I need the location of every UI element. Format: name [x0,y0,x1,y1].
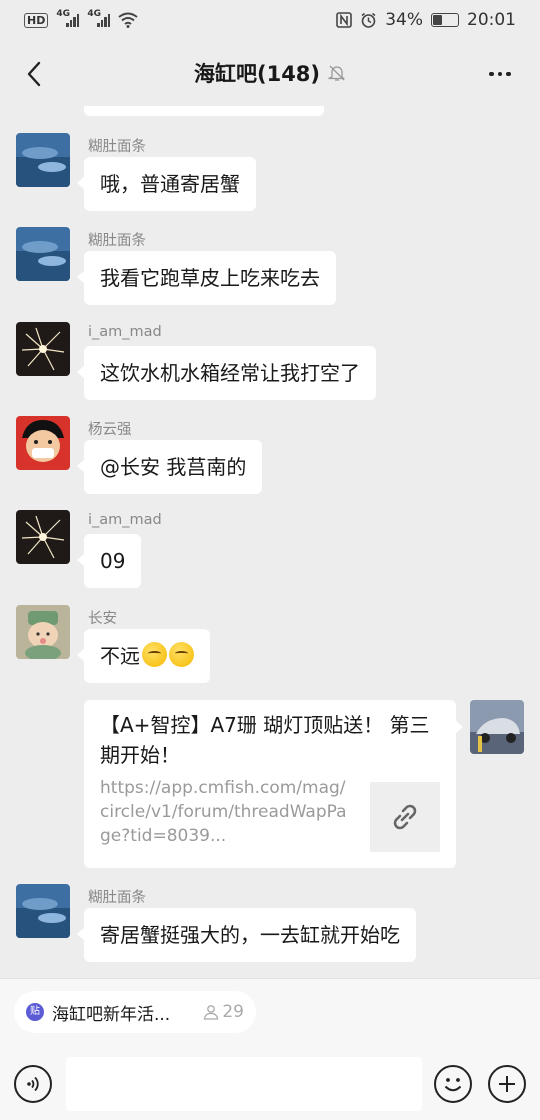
bottom-panel: 贴 海缸吧新年活... 29 [0,978,540,1120]
plus-icon [499,1076,515,1092]
sender-name: i_am_mad [88,324,162,340]
sender-name: 糊肚面条 [88,139,146,155]
network-label: 4G [56,9,70,19]
link-card-title: 【A+智控】A7珊 瑚灯顶贴送！ 第三期开始！ [100,713,430,767]
voice-input-button[interactable] [14,1065,52,1103]
mute-bell-icon [328,65,346,81]
group-topic-pill[interactable]: 贴 海缸吧新年活... 29 [14,991,256,1033]
thinking-emoji-icon [169,642,194,667]
avatar[interactable] [470,700,524,754]
message-bubble[interactable]: 不远 [77,629,210,683]
network-label: 4G [87,9,101,19]
sender-name: 杨云强 [88,422,132,438]
previous-message-bubble[interactable] [84,106,324,116]
status-time: 20:01 [467,10,516,30]
status-left: HD 4G 4G [24,9,138,28]
avatar[interactable] [16,416,70,470]
status-right: 34% 20:01 [336,10,516,30]
avatar[interactable] [16,884,70,938]
more-dot [497,71,503,77]
avatar[interactable] [16,227,70,281]
message-input[interactable] [66,1057,422,1111]
thinking-emoji-icon [142,642,167,667]
link-icon [393,804,417,830]
status-bar: HD 4G 4G 34% 20:01 [0,0,540,40]
message-bubble[interactable]: @长安 我莒南的 [76,440,263,494]
more-actions-button[interactable] [488,1065,526,1103]
battery-level [433,15,442,25]
chat-messages[interactable]: 糊肚面条 哦，普通寄居蟹 糊肚面条 我看它跑草皮上吃来吃去 i_am_mad 这… [0,106,540,978]
sender-name: 糊肚面条 [88,233,146,249]
voice-icon [27,1076,39,1092]
person-icon [204,1005,219,1020]
link-thumbnail [370,782,440,852]
nav-bar: 海缸吧(148) [0,40,540,106]
smiley-icon [444,1078,462,1092]
hd-badge: HD [24,12,49,28]
more-button[interactable] [480,54,520,94]
battery-percent: 34% [385,10,423,30]
avatar[interactable] [16,605,70,659]
avatar[interactable] [16,322,70,376]
message-bubble[interactable]: 09 [76,534,142,588]
message-bubble[interactable]: 这饮水机水箱经常让我打空了 [77,346,376,400]
back-button[interactable] [14,54,54,94]
more-dot [489,71,494,77]
link-card[interactable]: 【A+智控】A7珊 瑚灯顶贴送！ 第三期开始！ https://app.cmfi… [84,700,463,868]
signal-icon: 4G [87,9,111,27]
topic-count: 29 [222,1002,244,1022]
avatar[interactable] [16,510,70,564]
message-bubble[interactable]: 寄居蟹挺强大的，一去缸就开始吃 [77,908,416,962]
sender-name: 长安 [88,611,117,627]
alarm-icon [361,12,376,28]
nfc-icon [336,12,353,28]
nav-title-group: 海缸吧(148) [194,58,346,88]
battery-icon [431,13,459,27]
participants-count: 29 [203,1002,244,1022]
link-card-url: https://app.cmfish.com/mag/circle/v1/for… [100,778,347,846]
sender-name: i_am_mad [88,512,162,528]
message-bubble[interactable]: 哦，普通寄居蟹 [77,157,256,211]
chevron-left-icon [27,61,41,87]
sender-name: 糊肚面条 [88,890,146,906]
more-dot [506,71,511,77]
emoji-button[interactable] [434,1065,472,1103]
topic-label: 海缸吧新年活... [52,1004,171,1025]
message-composer [0,1053,540,1115]
signal-icon: 4G [56,9,80,27]
message-bubble[interactable]: 我看它跑草皮上吃来吃去 [77,251,336,305]
avatar[interactable] [16,133,70,187]
message-text: 不远 [100,644,140,668]
post-icon: 贴 [26,1003,44,1021]
page-title: 海缸吧(148) [193,62,321,86]
wifi-icon [118,12,138,28]
